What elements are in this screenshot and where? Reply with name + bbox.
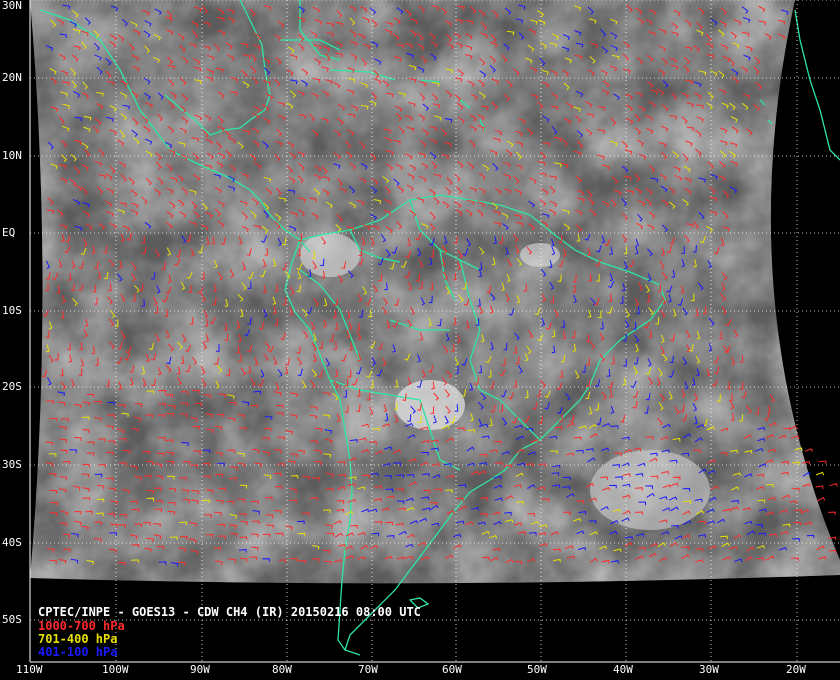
lat-label-40s: 40S xyxy=(2,536,22,549)
lon-label-80w: 80W xyxy=(272,663,292,676)
legend-mid-level: 701-400 hPa xyxy=(38,632,118,646)
wind-barb xyxy=(815,471,825,476)
wind-barb xyxy=(828,511,836,516)
satellite-wind-map: 30N 20N 10N EQ 10S 20S 30S 40S 50S 110W … xyxy=(0,0,840,680)
legend-low-level: 1000-700 hPa xyxy=(38,619,125,633)
wind-barb xyxy=(829,482,838,487)
africa-coast xyxy=(794,9,840,161)
lat-label-20s: 20S xyxy=(2,380,22,393)
lon-label-60w: 60W xyxy=(442,663,462,676)
lat-label-eq: EQ xyxy=(2,226,16,239)
lon-label-50w: 50W xyxy=(527,663,547,676)
lon-label-40w: 40W xyxy=(613,663,633,676)
lon-label-20w: 20W xyxy=(786,663,806,676)
cloud-cell xyxy=(395,380,465,430)
wind-barb xyxy=(804,448,813,452)
wind-barb xyxy=(818,460,827,465)
lon-label-110w: 110W xyxy=(16,663,43,676)
cloud-band xyxy=(590,450,710,530)
lat-label-50s: 50S xyxy=(2,613,22,626)
map-canvas xyxy=(29,0,840,663)
cloud-cell xyxy=(520,243,560,267)
lon-label-100w: 100W xyxy=(102,663,129,676)
lon-label-70w: 70W xyxy=(358,663,378,676)
lat-label-10s: 10S xyxy=(2,304,22,317)
lon-label-30w: 30W xyxy=(699,663,719,676)
cloud-cell xyxy=(300,233,360,277)
map-title: CPTEC/INPE - GOES13 - CDW CH4 (IR) 20150… xyxy=(38,605,421,619)
wind-barb xyxy=(815,485,824,489)
legend-upper-level: 401-100 hPa xyxy=(38,645,118,659)
lat-label-20n: 20N xyxy=(2,71,22,84)
lat-label-10n: 10N xyxy=(2,149,22,162)
wind-barb xyxy=(817,496,826,502)
lat-label-30n: 30N xyxy=(2,0,22,12)
lat-label-30s: 30S xyxy=(2,458,22,471)
lon-label-90w: 90W xyxy=(190,663,210,676)
